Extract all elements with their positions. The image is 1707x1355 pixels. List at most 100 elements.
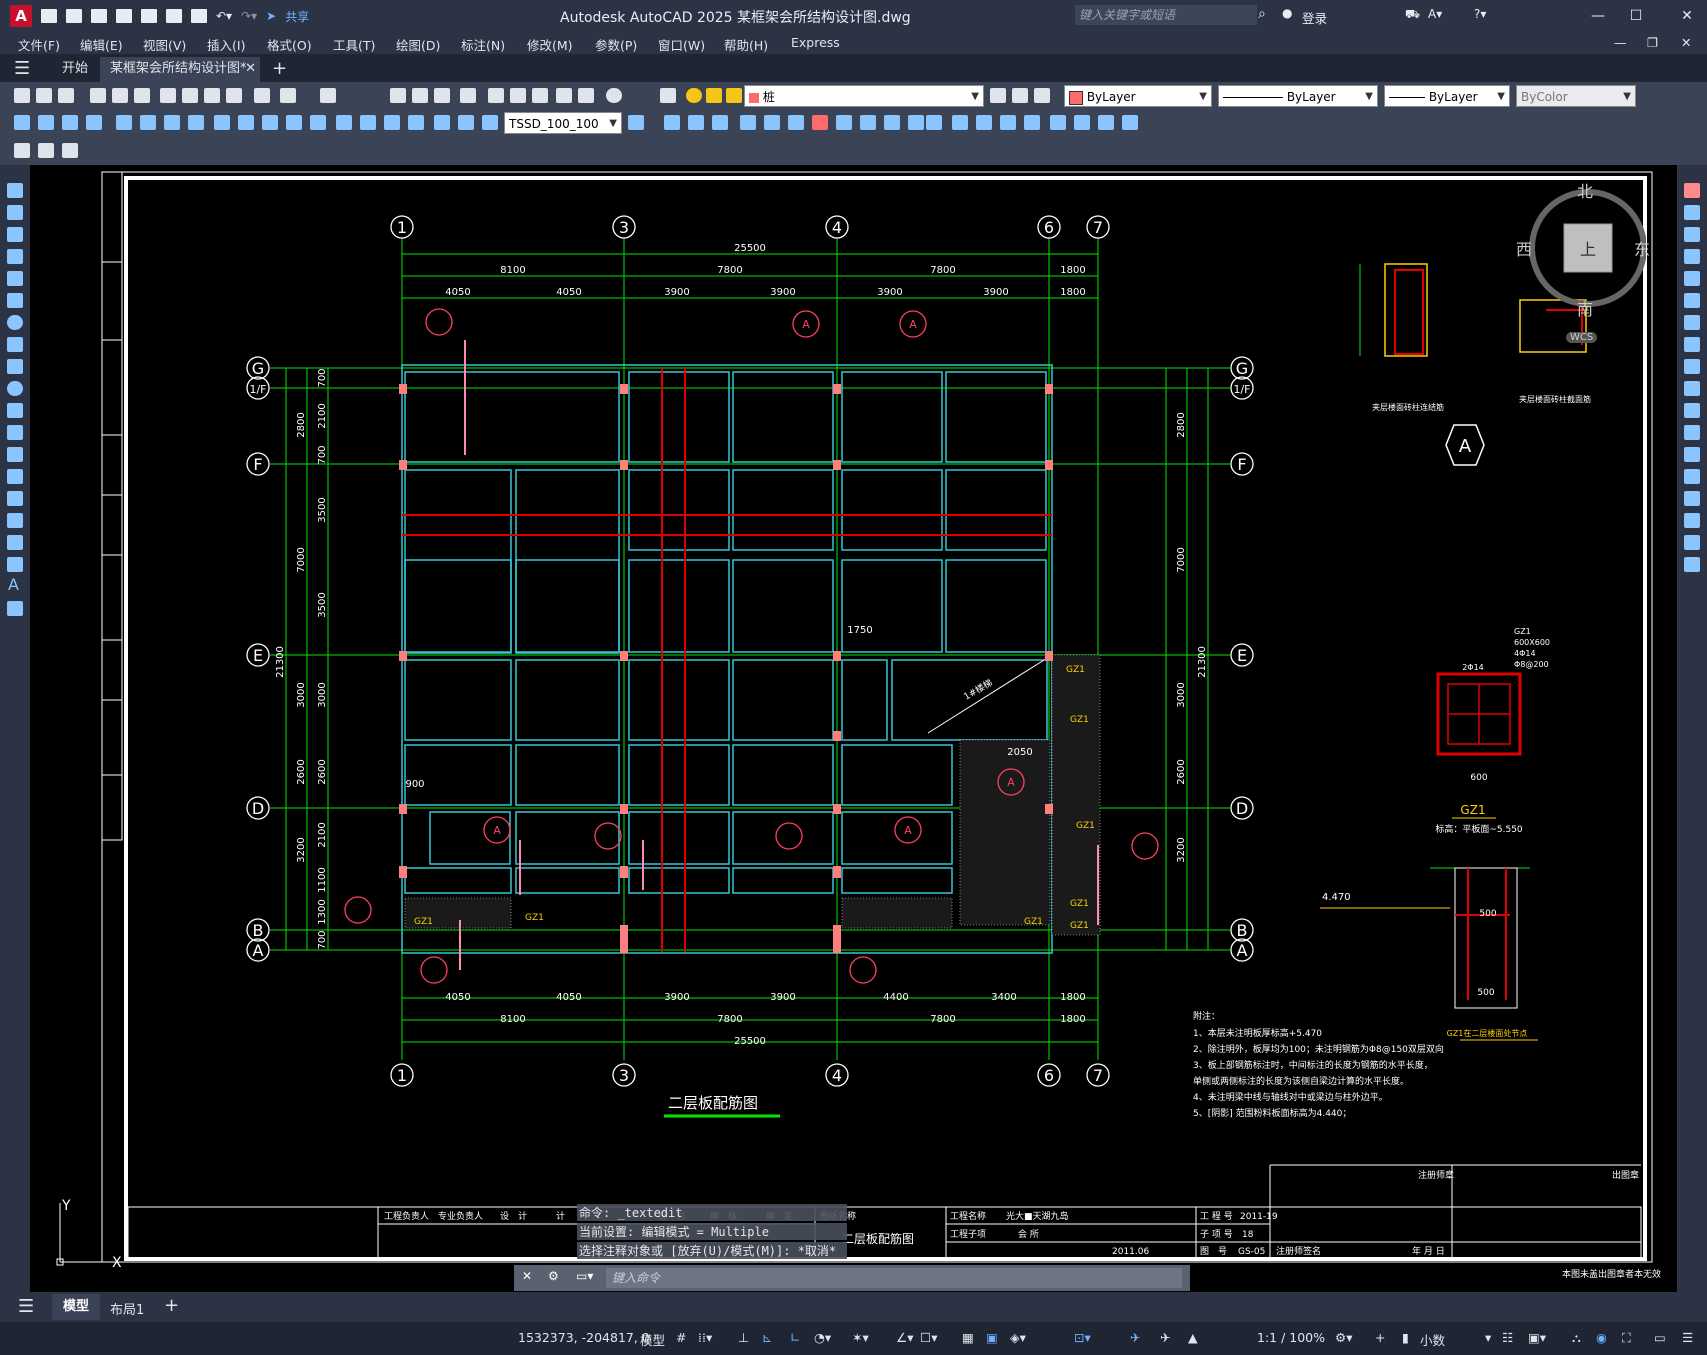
web-save-icon[interactable] xyxy=(166,9,182,23)
tab-model[interactable]: 模型 xyxy=(52,1294,100,1320)
help-icon[interactable]: ?▾ xyxy=(1474,7,1486,21)
menu-modify[interactable]: 修改(M) xyxy=(527,35,573,54)
join-icon[interactable] xyxy=(1684,469,1700,484)
ellipse-arc-icon[interactable] xyxy=(7,403,23,418)
share-icon[interactable]: ➤ xyxy=(266,9,276,23)
grid-icon[interactable]: # xyxy=(676,1330,686,1345)
dynamic-ucs-icon[interactable]: ⊡▾ xyxy=(1074,1330,1091,1345)
dimstyle-manager-icon[interactable] xyxy=(628,115,644,130)
command-customize-icon[interactable]: ⚙ xyxy=(548,1269,559,1283)
fillet-icon[interactable] xyxy=(1684,513,1700,528)
layout-icon[interactable] xyxy=(14,143,30,158)
ungroup-icon[interactable] xyxy=(1122,115,1138,130)
command-close-icon[interactable]: ✕ xyxy=(522,1269,532,1283)
dim-edit-icon[interactable] xyxy=(434,115,450,130)
menu-format[interactable]: 格式(O) xyxy=(267,35,312,54)
preview-icon[interactable] xyxy=(112,88,128,103)
extend-icon[interactable] xyxy=(908,115,924,130)
point-icon[interactable] xyxy=(7,469,23,484)
viewcube-west[interactable]: 西 xyxy=(1516,236,1532,260)
menu-parametric[interactable]: 参数(P) xyxy=(595,35,637,54)
search-input[interactable]: 键入关键字或短语 xyxy=(1075,5,1257,25)
redo-icon[interactable]: ↷▾ xyxy=(241,9,257,23)
isodraft-icon[interactable]: ◔▾ xyxy=(814,1330,831,1345)
copy-object-icon[interactable] xyxy=(688,115,704,130)
drawing-canvas[interactable]: 1 3 4 6 7 1 3 4 6 7 G 1/F F E D B A G 1/… xyxy=(30,165,1677,1292)
layer-properties-icon[interactable] xyxy=(660,88,676,103)
menu-insert[interactable]: 插入(I) xyxy=(207,35,245,54)
radius-dim-icon[interactable] xyxy=(116,115,132,130)
polygon-icon[interactable] xyxy=(7,249,23,264)
trim-icon[interactable] xyxy=(1684,381,1700,396)
viewcube-top-face[interactable]: 上 xyxy=(1580,236,1596,260)
tolerance-icon[interactable] xyxy=(336,115,352,130)
doc-restore-button[interactable]: ❐ xyxy=(1647,35,1658,50)
layer-state-icon[interactable] xyxy=(1034,88,1050,103)
menu-edit[interactable]: 编辑(E) xyxy=(80,35,123,54)
designcenter-icon[interactable] xyxy=(510,88,526,103)
osnap-tracking-icon[interactable]: ✶▾ xyxy=(852,1330,869,1345)
jogged-dim-icon[interactable] xyxy=(140,115,156,130)
dim-update-icon[interactable] xyxy=(482,115,498,130)
baseline-dim-icon[interactable] xyxy=(238,115,254,130)
annotation-monitor-icon[interactable]: + xyxy=(1375,1330,1385,1345)
3d-osnap-icon[interactable]: ◈▾ xyxy=(1010,1330,1026,1345)
share-button[interactable]: 共享 xyxy=(285,8,309,25)
undo-icon[interactable] xyxy=(280,88,296,103)
autocad-logo[interactable]: A xyxy=(10,5,32,27)
saveas-icon[interactable] xyxy=(116,9,132,23)
menu-window[interactable]: 窗口(W) xyxy=(658,35,705,54)
tab-drawing[interactable]: 某框架会所结构设计图* ✕ xyxy=(100,57,260,82)
zoom-window-icon[interactable] xyxy=(434,88,450,103)
print-icon[interactable] xyxy=(191,9,207,23)
fullscreen-icon[interactable]: ▭ xyxy=(1654,1330,1666,1345)
doc-close-button[interactable]: ✕ xyxy=(1681,35,1691,50)
layer-previous-icon[interactable] xyxy=(1012,88,1028,103)
arc-icon[interactable] xyxy=(7,293,23,308)
clean-screen-icon[interactable]: ⛶ xyxy=(1622,1330,1631,1346)
graphics-performance-icon[interactable]: ◉ xyxy=(1596,1330,1607,1345)
continue-dim-icon[interactable] xyxy=(262,115,278,130)
construction-line-icon[interactable] xyxy=(7,205,23,220)
new-icon[interactable] xyxy=(14,88,30,103)
layer-walk-icon[interactable] xyxy=(62,143,78,158)
add-layout-button[interactable]: + xyxy=(164,1295,179,1316)
move-icon[interactable] xyxy=(664,115,680,130)
plotstyle-dropdown[interactable]: ByColor ▼ xyxy=(1516,85,1636,107)
units-icon[interactable]: ▮ xyxy=(1402,1330,1409,1345)
move-icon[interactable] xyxy=(1684,293,1700,308)
undo-icon[interactable]: ↶▾ xyxy=(216,9,232,23)
redo-icon[interactable] xyxy=(320,88,336,103)
open-icon[interactable] xyxy=(36,88,52,103)
cart-icon[interactable]: ⛟ xyxy=(1405,7,1420,23)
tab-start[interactable]: 开始 xyxy=(62,57,88,82)
web-open-icon[interactable] xyxy=(141,9,157,23)
matchprop-icon[interactable] xyxy=(226,88,242,103)
properties-icon[interactable] xyxy=(488,88,504,103)
viewcube-south[interactable]: 南 xyxy=(1577,296,1593,320)
jogged-linear-icon[interactable] xyxy=(408,115,424,130)
autodesk-account-icon[interactable]: A▾ xyxy=(1428,7,1442,21)
user-icon[interactable]: ● xyxy=(1282,6,1292,20)
close-button[interactable]: ✕ xyxy=(1672,5,1702,27)
break-at-point-icon[interactable] xyxy=(1684,425,1700,440)
lock-icon[interactable] xyxy=(726,88,742,103)
layer-dropdown[interactable]: 桩 ▼ xyxy=(744,85,984,107)
open-icon[interactable] xyxy=(66,9,82,23)
spline-icon[interactable] xyxy=(7,359,23,374)
inspection-icon[interactable] xyxy=(384,115,400,130)
linetype-dropdown[interactable]: ByLayer ▼ xyxy=(1218,85,1378,107)
viewcube-north[interactable]: 北 xyxy=(1577,178,1593,202)
join-icon[interactable] xyxy=(952,115,968,130)
cut-icon[interactable] xyxy=(160,88,176,103)
doc-minimize-button[interactable]: — xyxy=(1614,35,1627,50)
menu-draw[interactable]: 绘图(D) xyxy=(396,35,440,54)
text-edit-icon[interactable] xyxy=(1050,115,1066,130)
infer-icon[interactable]: ⊥ xyxy=(738,1330,749,1345)
diameter-dim-icon[interactable] xyxy=(164,115,180,130)
customize-status-icon[interactable]: ☰ xyxy=(1682,1330,1693,1345)
linear-dim-icon[interactable] xyxy=(14,115,30,130)
viewcube-east[interactable]: 东 xyxy=(1634,236,1650,260)
lineweight-icon[interactable]: ☐▾ xyxy=(920,1330,937,1345)
auto-scale-icon[interactable]: ✈ xyxy=(1160,1330,1170,1345)
